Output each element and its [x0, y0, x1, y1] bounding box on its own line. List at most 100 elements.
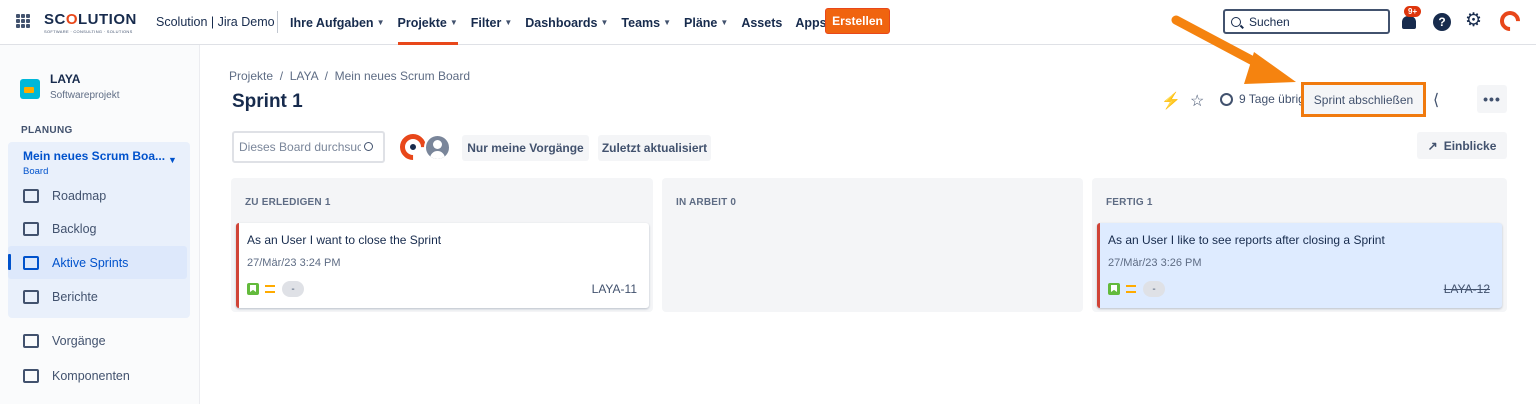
insights-label: Einblicke [1443, 138, 1497, 153]
sidebar-item-active-sprints[interactable]: Aktive Sprints [23, 253, 128, 273]
board-search-placeholder: Dieses Board durchsuchen [239, 140, 361, 154]
nav-teams[interactable]: Teams ▼ [621, 0, 671, 45]
sidebar-item-reports[interactable]: Berichte [23, 287, 98, 307]
project-name[interactable]: LAYA [50, 72, 80, 86]
components-icon [23, 369, 39, 383]
breadcrumb[interactable]: Projekte / LAYA / Mein neues Scrum Board [229, 69, 470, 83]
star-icon[interactable]: ☆ [1190, 91, 1204, 111]
chevron-down-icon: ▼ [663, 18, 672, 27]
column-title: FERTIG 1 [1106, 197, 1153, 208]
divider [277, 11, 278, 33]
issue-key[interactable]: LAYA-11 [592, 282, 637, 296]
chevron-down-icon: ▼ [449, 18, 458, 27]
trend-icon: ↗ [1427, 138, 1438, 153]
create-button[interactable]: Erstellen [825, 8, 890, 34]
sidebar-item-roadmap[interactable]: Roadmap [23, 186, 106, 206]
priority-medium-icon [1126, 285, 1136, 293]
complete-sprint-button[interactable]: Sprint abschließen [1301, 82, 1426, 117]
board-type-label: Board [23, 166, 49, 177]
board-main: Projekte / LAYA / Mein neues Scrum Board… [200, 45, 1536, 404]
column-title: ZU ERLEDIGEN 1 [245, 197, 331, 208]
card-summary: As an User I like to see reports after c… [1108, 233, 1385, 247]
nav-label: Apps [795, 15, 827, 30]
nav-label: Projekte [397, 15, 447, 30]
card-date: 27/Mär/23 3:24 PM [247, 257, 341, 269]
project-type: Softwareprojekt [50, 90, 120, 101]
top-navigation-bar: SCOLUTION SOFTWARE · CONSULTING · SOLUTI… [0, 0, 1536, 45]
estimate-badge: - [1143, 281, 1165, 297]
help-icon[interactable]: ? [1433, 13, 1451, 31]
card-summary: As an User I want to close the Sprint [247, 233, 442, 247]
project-icon [20, 79, 40, 99]
nav-filters[interactable]: Filter ▼ [471, 0, 512, 45]
priority-medium-icon [265, 285, 275, 293]
search-icon [364, 142, 373, 151]
user-avatar[interactable] [1495, 6, 1525, 36]
sidebar-item-components[interactable]: Komponenten [23, 366, 130, 386]
sidebar-item-label: Aktive Sprints [52, 256, 129, 270]
notification-badge: 9+ [1404, 6, 1422, 17]
backlog-icon [23, 222, 39, 236]
chevron-down-icon: ▼ [376, 18, 385, 27]
roadmap-icon [23, 189, 39, 203]
nav-projects[interactable]: Projekte ▼ [397, 0, 459, 45]
sidebar-item-label: Backlog [52, 222, 97, 236]
company-logo[interactable]: SCOLUTION SOFTWARE · CONSULTING · SOLUTI… [44, 11, 137, 34]
nav-plans[interactable]: Pläne ▼ [684, 0, 728, 45]
sidebar-item-label: Berichte [52, 290, 98, 304]
issue-card[interactable]: As an User I like to see reports after c… [1097, 223, 1502, 308]
active-item-indicator [8, 254, 11, 270]
automation-icon[interactable]: ⚡ [1161, 91, 1181, 111]
app-switcher-icon[interactable] [16, 14, 30, 28]
logo-tagline: SOFTWARE · CONSULTING · SOLUTIONS [44, 29, 133, 34]
site-name[interactable]: Scolution | Jira Demo [156, 15, 275, 29]
sidebar-item-label: Komponenten [52, 369, 130, 383]
clock-icon [1220, 92, 1233, 106]
sidebar-item-label: Vorgänge [52, 334, 106, 348]
sidebar-item-backlog[interactable]: Backlog [23, 219, 96, 239]
nav-label: Pläne [684, 15, 718, 30]
card-date: 27/Mär/23 3:26 PM [1108, 257, 1202, 269]
annotation-arrow-icon [1171, 15, 1296, 84]
main-nav: Ihre Aufgaben ▼ Projekte ▼ Filter ▼ Dashboa… [290, 0, 850, 45]
board-column-done: FERTIG 1 As an User I like to see report… [1092, 178, 1507, 312]
nav-label: Dashboards [525, 15, 598, 30]
nav-label: Filter [470, 15, 502, 30]
chevron-down-icon: ▼ [720, 18, 729, 27]
nav-dashboards[interactable]: Dashboards ▼ [525, 0, 608, 45]
chevron-down-icon: ▼ [600, 18, 609, 27]
nav-assets[interactable]: Assets [741, 0, 782, 45]
page-title: Sprint 1 [232, 91, 303, 112]
story-icon [1108, 283, 1120, 295]
nav-your-work[interactable]: Ihre Aufgaben ▼ [290, 0, 385, 45]
more-actions-button[interactable]: ••• [1477, 85, 1507, 113]
chevron-down-icon[interactable]: ▼ [168, 155, 177, 165]
insights-button[interactable]: ↗ Einblicke [1417, 132, 1507, 159]
chart-icon [23, 290, 39, 304]
project-sidebar: LAYA Softwareprojekt PLANUNG Mein neues … [0, 45, 200, 404]
recently-updated-button[interactable]: Zuletzt aktualisiert [598, 135, 711, 161]
sidebar-item-issues[interactable]: Vorgänge [23, 331, 106, 351]
board-column-todo: ZU ERLEDIGEN 1 As an User I want to clos… [231, 178, 653, 312]
notifications-button[interactable]: 9+ [1400, 6, 1422, 32]
issue-card[interactable]: As an User I want to close the Sprint 27… [236, 223, 649, 308]
board-icon [23, 256, 39, 270]
issue-key[interactable]: LAYA-12 [1444, 282, 1490, 296]
nav-label: Ihre Aufgaben [290, 15, 374, 30]
days-remaining-text: 9 Tage übrig [1239, 92, 1305, 106]
days-remaining: 9 Tage übrig [1220, 92, 1305, 106]
nav-label: Assets [741, 15, 783, 30]
gear-icon[interactable]: ⚙ [1465, 11, 1482, 31]
bell-icon [1402, 16, 1416, 29]
board-search-input[interactable]: Dieses Board durchsuchen [232, 131, 385, 163]
logo-text: SCOLUTION [44, 11, 137, 28]
section-title-planning: PLANUNG [21, 125, 73, 136]
nav-label: Teams [621, 15, 661, 30]
only-my-issues-button[interactable]: Nur meine Vorgänge [462, 135, 589, 161]
board-selector[interactable]: Mein neues Scrum Boa... [23, 149, 165, 163]
sidebar-item-label: Roadmap [52, 189, 107, 203]
avatar-filter-user[interactable] [424, 134, 451, 161]
share-icon[interactable]: ⟨ [1433, 90, 1439, 110]
board-column-in-progress: IN ARBEIT 0 [662, 178, 1083, 312]
column-title: IN ARBEIT 0 [676, 197, 737, 208]
